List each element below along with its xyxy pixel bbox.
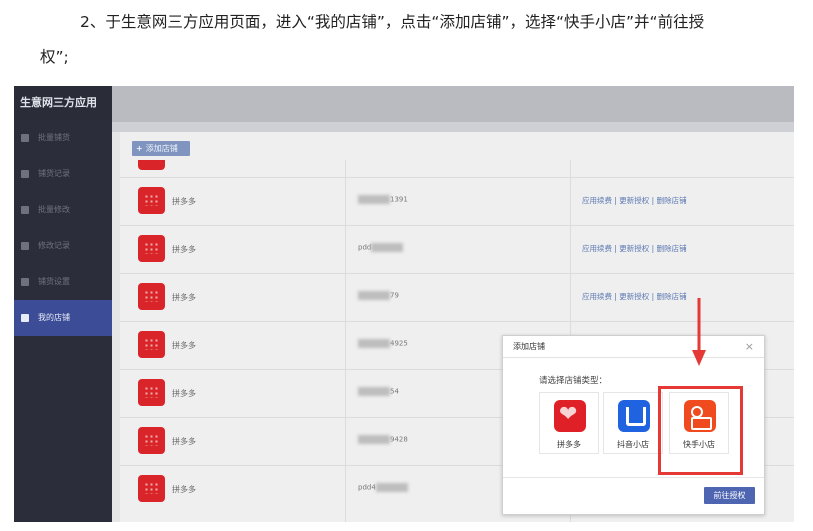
- redacted-mask: [371, 243, 404, 252]
- sidebar-item-label: 我的店铺: [38, 313, 70, 322]
- douyin-shop-logo-icon: [618, 400, 650, 432]
- shop-actions[interactable]: 应用续费 | 更新授权 | 删除店铺: [582, 243, 687, 254]
- shop-type-pinduoduo[interactable]: 拼多多: [539, 392, 599, 454]
- shop-actions[interactable]: 应用续费 | 更新授权 | 删除店铺: [582, 195, 687, 206]
- pinduoduo-logo-icon: [138, 235, 165, 262]
- sidebar-item-listing-settings[interactable]: 铺货设置: [14, 264, 112, 300]
- redacted-mask: [358, 387, 390, 396]
- pinduoduo-logo-icon: [138, 427, 165, 454]
- table-row-partial: [120, 160, 794, 177]
- shop-id-suffix: 4925: [390, 339, 408, 348]
- dialog-title: 添加店铺: [513, 342, 545, 351]
- sidebar-item-my-shops[interactable]: 我的店铺: [14, 300, 112, 336]
- shop-id: pdd: [358, 243, 404, 252]
- shop-name: 拼多多: [172, 485, 196, 494]
- go-authorize-button[interactable]: 前往授权: [704, 487, 755, 504]
- shop-type-kuaishou[interactable]: 快手小店: [669, 392, 729, 454]
- app-title: 生意网三方应用: [14, 86, 112, 120]
- redacted-mask: [375, 483, 408, 492]
- shop-actions[interactable]: 应用续费 | 更新授权 | 删除店铺: [582, 291, 687, 302]
- redacted-mask: [358, 339, 390, 348]
- shop-type-label: 抖音小店: [617, 440, 649, 449]
- shop-id-suffix: 1391: [390, 195, 408, 204]
- shop-type-label: 拼多多: [557, 440, 581, 449]
- sidebar-item-bulk-edit[interactable]: 批量修改: [14, 192, 112, 228]
- sub-bar: [112, 122, 794, 132]
- sidebar: 生意网三方应用 批量铺货 铺货记录 批量修改 修改记录 铺货设置 我的店铺: [14, 86, 112, 522]
- shop-id: 54: [358, 387, 399, 396]
- top-bar: [112, 86, 794, 122]
- shop-type-prompt: 请选择店铺类型：: [539, 376, 608, 386]
- kuaishou-shop-logo-icon: [684, 400, 716, 432]
- pinduoduo-logo-icon: [138, 160, 165, 170]
- shop-id: 9428: [358, 435, 408, 444]
- pinduoduo-logo-icon: [138, 379, 165, 406]
- plus-icon: +: [136, 144, 143, 153]
- sidebar-item-label: 批量修改: [38, 205, 70, 214]
- shop-id: pdd4: [358, 483, 408, 492]
- dialog-divider: [503, 477, 764, 478]
- shop-id-suffix: 54: [390, 387, 399, 396]
- add-shop-dialog: 添加店铺 × 请选择店铺类型： 拼多多 抖音小店 快手小店 前往授权: [502, 335, 765, 515]
- shop-name: 拼多多: [172, 389, 196, 398]
- sidebar-item-label: 批量铺货: [38, 133, 70, 142]
- close-icon[interactable]: ×: [745, 336, 754, 358]
- sidebar-item-label: 修改记录: [38, 241, 70, 250]
- dialog-header: 添加店铺 ×: [503, 336, 764, 358]
- instruction-line-2: 权”;: [40, 48, 69, 66]
- add-shop-button[interactable]: + 添加店铺: [132, 141, 190, 156]
- app-screenshot: 生意网三方应用 批量铺货 铺货记录 批量修改 修改记录 铺货设置 我的店铺 + …: [14, 86, 794, 522]
- table-row: 拼多多 79 应用续费 | 更新授权 | 删除店铺: [120, 273, 794, 321]
- instruction-line-1: 2、于生意网三方应用页面，进入“我的店铺”，点击“添加店铺”，选择“快手小店”并…: [80, 13, 705, 31]
- add-shop-label: 添加店铺: [145, 144, 178, 153]
- pinduoduo-logo-icon: [554, 400, 586, 432]
- redacted-mask: [358, 435, 390, 444]
- shop-name: 拼多多: [172, 341, 196, 350]
- redacted-mask: [358, 291, 390, 300]
- file-icon: [21, 242, 29, 250]
- list-icon: [21, 170, 29, 178]
- shop-id-suffix: 79: [390, 291, 399, 300]
- gear-icon: [21, 278, 29, 286]
- shop-type-label: 快手小店: [683, 440, 715, 449]
- sidebar-item-bulk-listing[interactable]: 批量铺货: [14, 120, 112, 156]
- shop-id-prefix: pdd4: [358, 483, 376, 492]
- table-row: 拼多多 pdd 应用续费 | 更新授权 | 删除店铺: [120, 225, 794, 273]
- sidebar-item-label: 铺货设置: [38, 277, 70, 286]
- pinduoduo-logo-icon: [138, 187, 165, 214]
- shop-name: 拼多多: [172, 437, 196, 446]
- shop-type-douyin[interactable]: 抖音小店: [603, 392, 663, 454]
- edit-icon: [21, 206, 29, 214]
- shop-id: 79: [358, 291, 399, 300]
- shop-id: 1391: [358, 195, 408, 204]
- pinduoduo-logo-icon: [138, 331, 165, 358]
- shop-name: 拼多多: [172, 197, 196, 206]
- shop-id-prefix: pdd: [358, 243, 372, 252]
- redacted-mask: [358, 195, 390, 204]
- pinduoduo-logo-icon: [138, 475, 165, 502]
- shop-id-suffix: 9428: [390, 435, 408, 444]
- sidebar-item-edit-records[interactable]: 修改记录: [14, 228, 112, 264]
- pinduoduo-logo-icon: [138, 283, 165, 310]
- shop-name: 拼多多: [172, 245, 196, 254]
- table-row: 拼多多 1391 应用续费 | 更新授权 | 删除店铺: [120, 177, 794, 225]
- shop-name: 拼多多: [172, 293, 196, 302]
- home-icon: [21, 134, 29, 142]
- sidebar-item-listing-records[interactable]: 铺货记录: [14, 156, 112, 192]
- shop-id: 4925: [358, 339, 408, 348]
- sidebar-item-label: 铺货记录: [38, 169, 70, 178]
- shop-icon: [21, 314, 29, 322]
